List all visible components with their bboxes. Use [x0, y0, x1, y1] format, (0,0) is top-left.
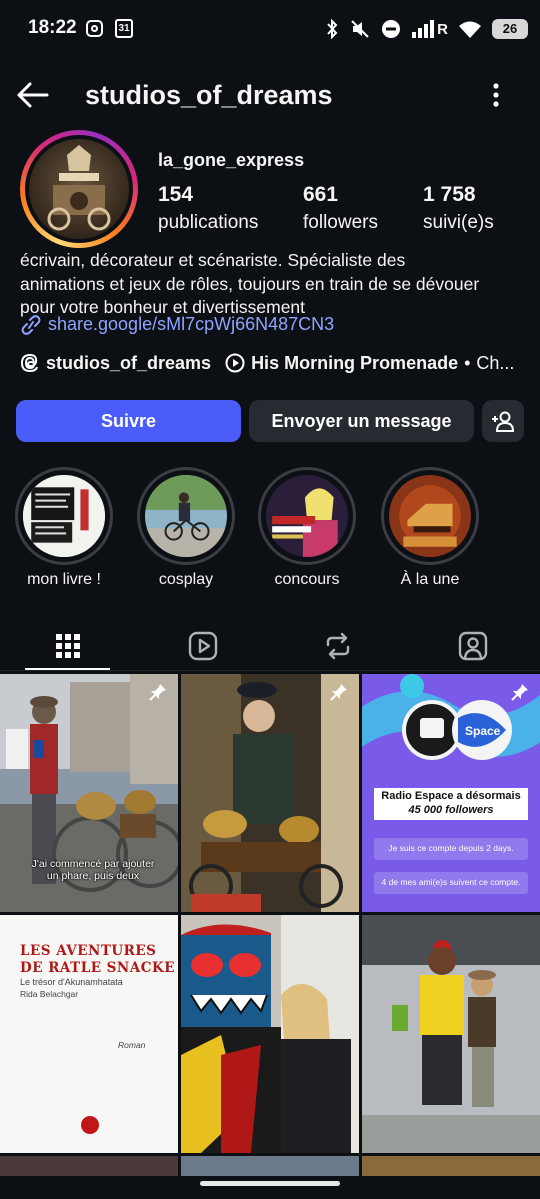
highlight-label: À la une	[400, 571, 460, 588]
avatar[interactable]	[29, 139, 129, 239]
pin-icon	[149, 684, 166, 701]
highlight-ring	[137, 467, 235, 565]
highlight-label: cosplay	[158, 571, 214, 588]
post-text-line: 4 de mes ami(e)s suivent ce compte.	[381, 877, 521, 887]
highlight-ring	[381, 467, 479, 565]
highlight-cover	[389, 475, 471, 557]
radio-logo-text: Space	[465, 724, 501, 738]
stat-following[interactable]: 1 758 suivi(e)s	[423, 183, 494, 234]
post-follower-count: 45 000 followers	[408, 804, 494, 816]
bio-line: animations et jeux de rôles, toujours en…	[20, 273, 480, 294]
tab-reposts[interactable]	[270, 620, 405, 672]
highlight-ring	[15, 467, 113, 565]
separator-dot: •	[464, 352, 471, 373]
highlight-cover	[23, 475, 105, 557]
status-bar: 18:22 31 R 26	[0, 0, 540, 60]
stat-followers[interactable]: 661 followers	[303, 183, 378, 234]
profile-handle: studios_of_dreams	[85, 80, 333, 110]
stat-value: 661	[303, 183, 339, 206]
highlight-a-la-une[interactable]: À la une	[380, 467, 480, 589]
threads-music-row: studios_of_dreams His Morning Promenade …	[20, 350, 540, 376]
do-not-disturb-icon	[382, 20, 401, 38]
wifi-icon	[459, 21, 481, 38]
post-thumbnail[interactable]: J'ai commencé par ajouter un phare, puis…	[0, 674, 178, 912]
status-time: 18:22	[28, 17, 77, 38]
threads-icon	[20, 353, 38, 373]
reels-icon	[188, 631, 217, 661]
back-arrow-icon[interactable]	[16, 80, 50, 110]
music-play-icon	[225, 353, 245, 373]
music-title[interactable]: His Morning Promenade	[251, 353, 458, 374]
book-title: LES AVENTURES	[20, 943, 157, 959]
post-text-line: Je suis ce compte depuis 2 days.	[388, 843, 514, 853]
highlight-label: mon livre !	[27, 571, 101, 588]
stat-value: 1 758	[423, 183, 476, 206]
highlight-mon-livre[interactable]: mon livre !	[14, 467, 114, 589]
stat-label: suivi(e)s	[423, 212, 494, 233]
pin-icon	[330, 684, 347, 701]
bio-link[interactable]: share.google/sMl7cpWj66N487CN3	[20, 314, 334, 335]
bluetooth-icon	[327, 19, 338, 39]
repost-icon	[326, 632, 349, 660]
highlight-ring	[258, 467, 356, 565]
bio-line: écrivain, décorateur et scénariste. Spéc…	[20, 250, 406, 270]
book-title: DE RATLE SNACKE	[20, 960, 176, 976]
tagged-person-icon	[458, 631, 487, 661]
highlight-label: concours	[274, 571, 340, 588]
tab-tagged[interactable]	[405, 620, 540, 672]
stat-publications[interactable]: 154 publications	[158, 183, 258, 234]
pin-icon	[511, 684, 528, 701]
tabs-divider	[0, 670, 540, 671]
post-thumbnail[interactable]	[0, 1156, 178, 1176]
post-thumbnail[interactable]	[181, 1156, 359, 1176]
highlight-cover	[266, 475, 348, 557]
post-thumbnail[interactable]	[362, 915, 540, 1153]
book-genre: Roman	[118, 1040, 146, 1050]
bio: écrivain, décorateur et scénariste. Spéc…	[20, 249, 525, 320]
book-author: Rida Belachgar	[20, 989, 79, 999]
stat-label: followers	[303, 212, 378, 233]
link-icon	[21, 314, 41, 335]
threads-handle[interactable]: studios_of_dreams	[46, 353, 211, 374]
highlight-cosplay[interactable]: cosplay	[136, 467, 236, 589]
more-options-icon[interactable]	[486, 80, 506, 110]
grid-icon	[55, 634, 80, 658]
post-thumbnail[interactable]	[362, 1156, 540, 1176]
book-subtitle: Le trésor d'Akunamhatata	[20, 977, 123, 987]
post-thumbnail[interactable]	[181, 915, 359, 1153]
tab-grid[interactable]	[0, 620, 135, 672]
message-button[interactable]: Envoyer un message	[249, 400, 474, 442]
post-thumbnail[interactable]: Space Radio Espace a désormais 45 000 fo…	[362, 674, 540, 912]
calendar-notification-icon: 31	[115, 19, 133, 38]
highlight-cover	[145, 475, 227, 557]
add-person-icon	[492, 411, 515, 432]
signal-icon	[412, 20, 435, 38]
stat-label: publications	[158, 212, 259, 233]
music-more: Ch...	[476, 352, 515, 373]
tab-reels[interactable]	[135, 620, 270, 672]
bio-link-text: share.google/sMl7cpWj66N487CN3	[48, 314, 335, 334]
follow-button[interactable]: Suivre	[16, 400, 241, 442]
stat-value: 154	[158, 183, 194, 206]
gesture-navigation-bar[interactable]	[200, 1181, 340, 1186]
username: la_gone_express	[158, 150, 305, 170]
highlight-concours[interactable]: concours	[257, 467, 357, 589]
publisher-logo	[81, 1116, 99, 1134]
roaming-indicator: R	[437, 20, 448, 38]
post-title: Radio Espace a désormais	[381, 790, 521, 802]
avatar-story-ring[interactable]	[20, 130, 138, 248]
mute-icon	[351, 20, 369, 38]
post-thumbnail[interactable]: LES AVENTURES DE RATLE SNACKE Le trésor …	[0, 915, 178, 1153]
battery-indicator: 26	[492, 19, 528, 39]
post-caption: J'ai commencé par ajouter un phare, puis…	[31, 858, 155, 882]
instagram-notification-icon	[86, 20, 103, 37]
suggest-users-button[interactable]	[482, 400, 524, 442]
post-thumbnail[interactable]	[181, 674, 359, 912]
